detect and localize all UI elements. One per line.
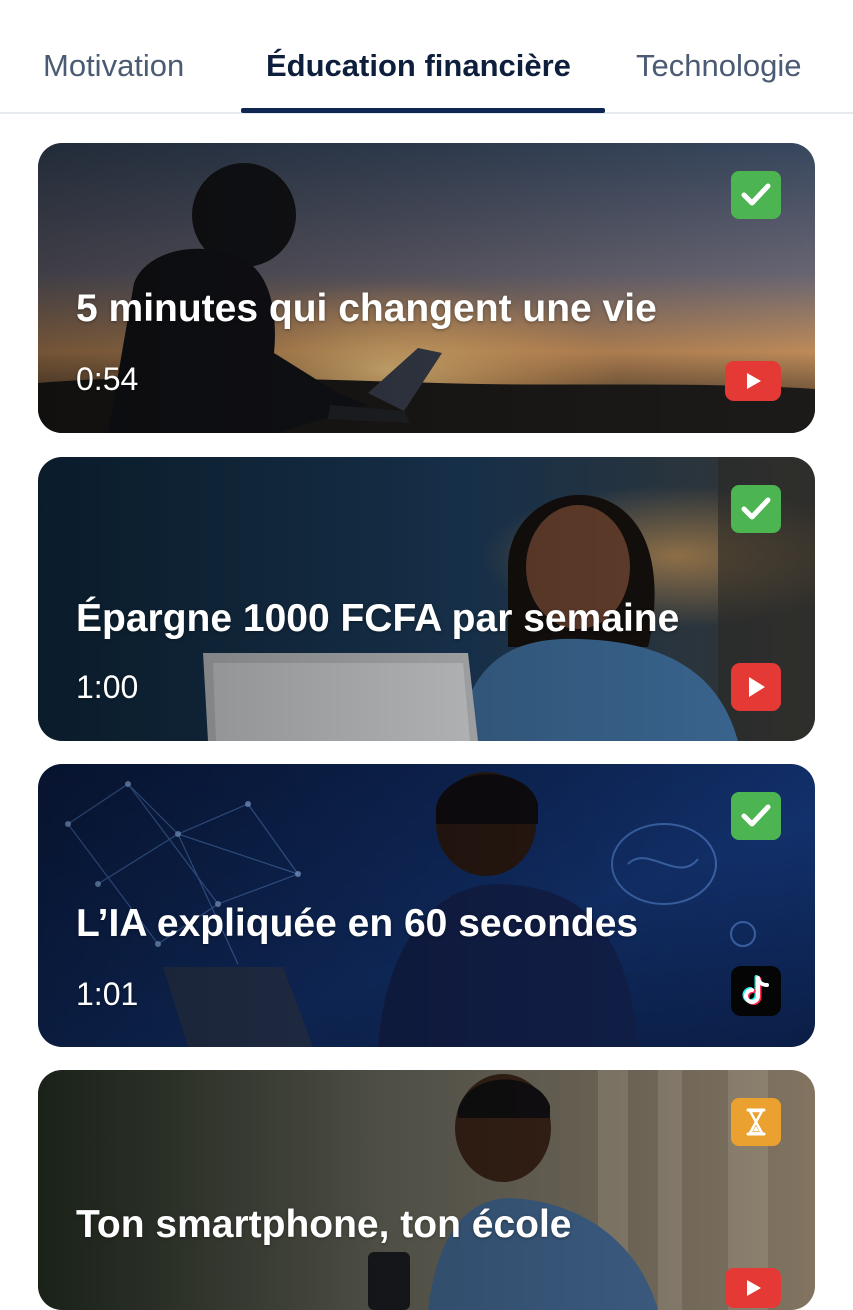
video-title: Épargne 1000 FCFA par semaine [76, 597, 680, 640]
youtube-icon [725, 1268, 781, 1308]
video-card[interactable]: 5 minutes qui changent une vie 0:54 [38, 143, 815, 433]
video-duration: 0:54 [76, 361, 139, 397]
video-duration: 1:00 [76, 669, 139, 705]
checkmark-icon [731, 485, 781, 533]
video-card[interactable]: L’IA expliquée en 60 secondes 1:01 [38, 764, 815, 1047]
video-title: 5 minutes qui changent une vie [76, 287, 657, 330]
tab-motivation[interactable]: Motivation [43, 44, 184, 88]
youtube-icon [731, 663, 781, 711]
video-title: L’IA expliquée en 60 secondes [76, 902, 639, 945]
active-tab-indicator [241, 108, 605, 113]
video-card[interactable]: Ton smartphone, ton école [38, 1070, 815, 1310]
video-title: Ton smartphone, ton école [76, 1203, 572, 1246]
video-duration: 1:01 [76, 976, 139, 1012]
tab-education-financiere[interactable]: Éducation financière [266, 44, 571, 88]
thumbnail-overlay [38, 1070, 815, 1310]
checkmark-icon [731, 792, 781, 840]
tab-technologie[interactable]: Technologie [636, 44, 801, 88]
youtube-icon [725, 361, 781, 401]
video-card[interactable]: Épargne 1000 FCFA par semaine 1:00 [38, 457, 815, 741]
hourglass-icon [731, 1098, 781, 1146]
category-tab-bar: Motivation Éducation financière Technolo… [0, 0, 853, 114]
tiktok-icon [731, 966, 781, 1016]
checkmark-icon [731, 171, 781, 219]
